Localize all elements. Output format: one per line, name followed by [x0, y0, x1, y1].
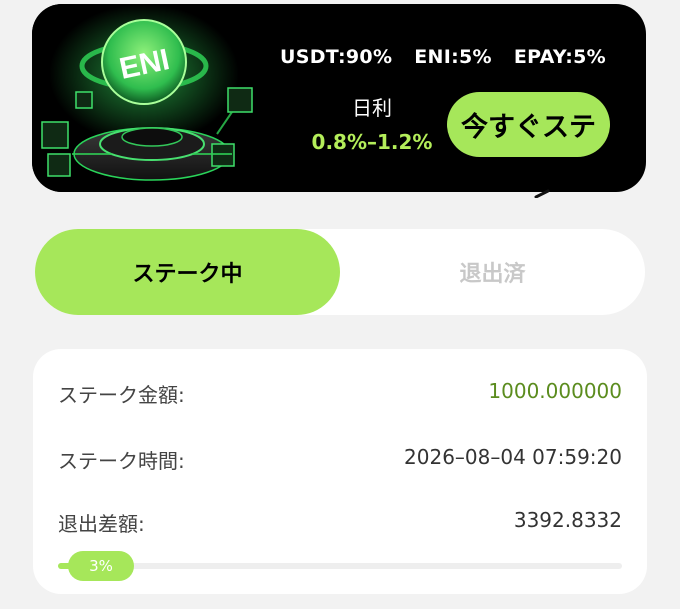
stake-amount-value: 1000.000000 — [488, 379, 622, 403]
ratio-eni: ENI:5% — [414, 46, 492, 68]
stake-time-value: 2026–08–04 07:59:20 — [404, 445, 622, 469]
tab-staking[interactable]: ステーク中 — [35, 229, 340, 315]
stake-amount-label: ステーク金額: — [58, 383, 185, 407]
eni-coin-illustration: ENI — [32, 4, 277, 192]
stake-time-row: ステーク時間: 2026–08–04 07:59:20 — [58, 445, 622, 474]
ratio-usdt: USDT:90% — [280, 46, 393, 68]
stake-status-tabs: ステーク中 退出済 — [35, 229, 645, 315]
daily-rate-value: 0.8%–1.2% — [311, 130, 433, 154]
stake-record-card: ステーク金額: 1000.000000 ステーク時間: 2026–08–04 0… — [33, 349, 647, 594]
stake-time-label: ステーク時間: — [58, 449, 185, 473]
allocation-ratios: USDT:90% ENI:5% EPAY:5% — [280, 46, 640, 68]
tab-exited[interactable]: 退出済 — [340, 229, 645, 315]
stake-amount-row: ステーク金額: 1000.000000 — [58, 379, 622, 408]
exit-difference-row: 退出差額: 3392.8332 — [58, 508, 622, 537]
progress-badge: 3% — [68, 551, 134, 581]
ratio-epay: EPAY:5% — [513, 46, 606, 68]
daily-rate-label: 日利 — [352, 96, 392, 120]
progress-track: 3% — [58, 551, 622, 581]
stake-page: ENI USDT:90% ENI:5% EPAY:5% 日利 0.8%–1.2%… — [0, 0, 680, 609]
promo-banner: ENI USDT:90% ENI:5% EPAY:5% 日利 0.8%–1.2%… — [32, 4, 646, 192]
banner-tail-mark — [534, 189, 550, 198]
exit-difference-value: 3392.8332 — [513, 508, 622, 532]
exit-difference-label: 退出差額: — [58, 512, 145, 536]
stake-now-button[interactable]: 今すぐステ — [447, 92, 610, 157]
